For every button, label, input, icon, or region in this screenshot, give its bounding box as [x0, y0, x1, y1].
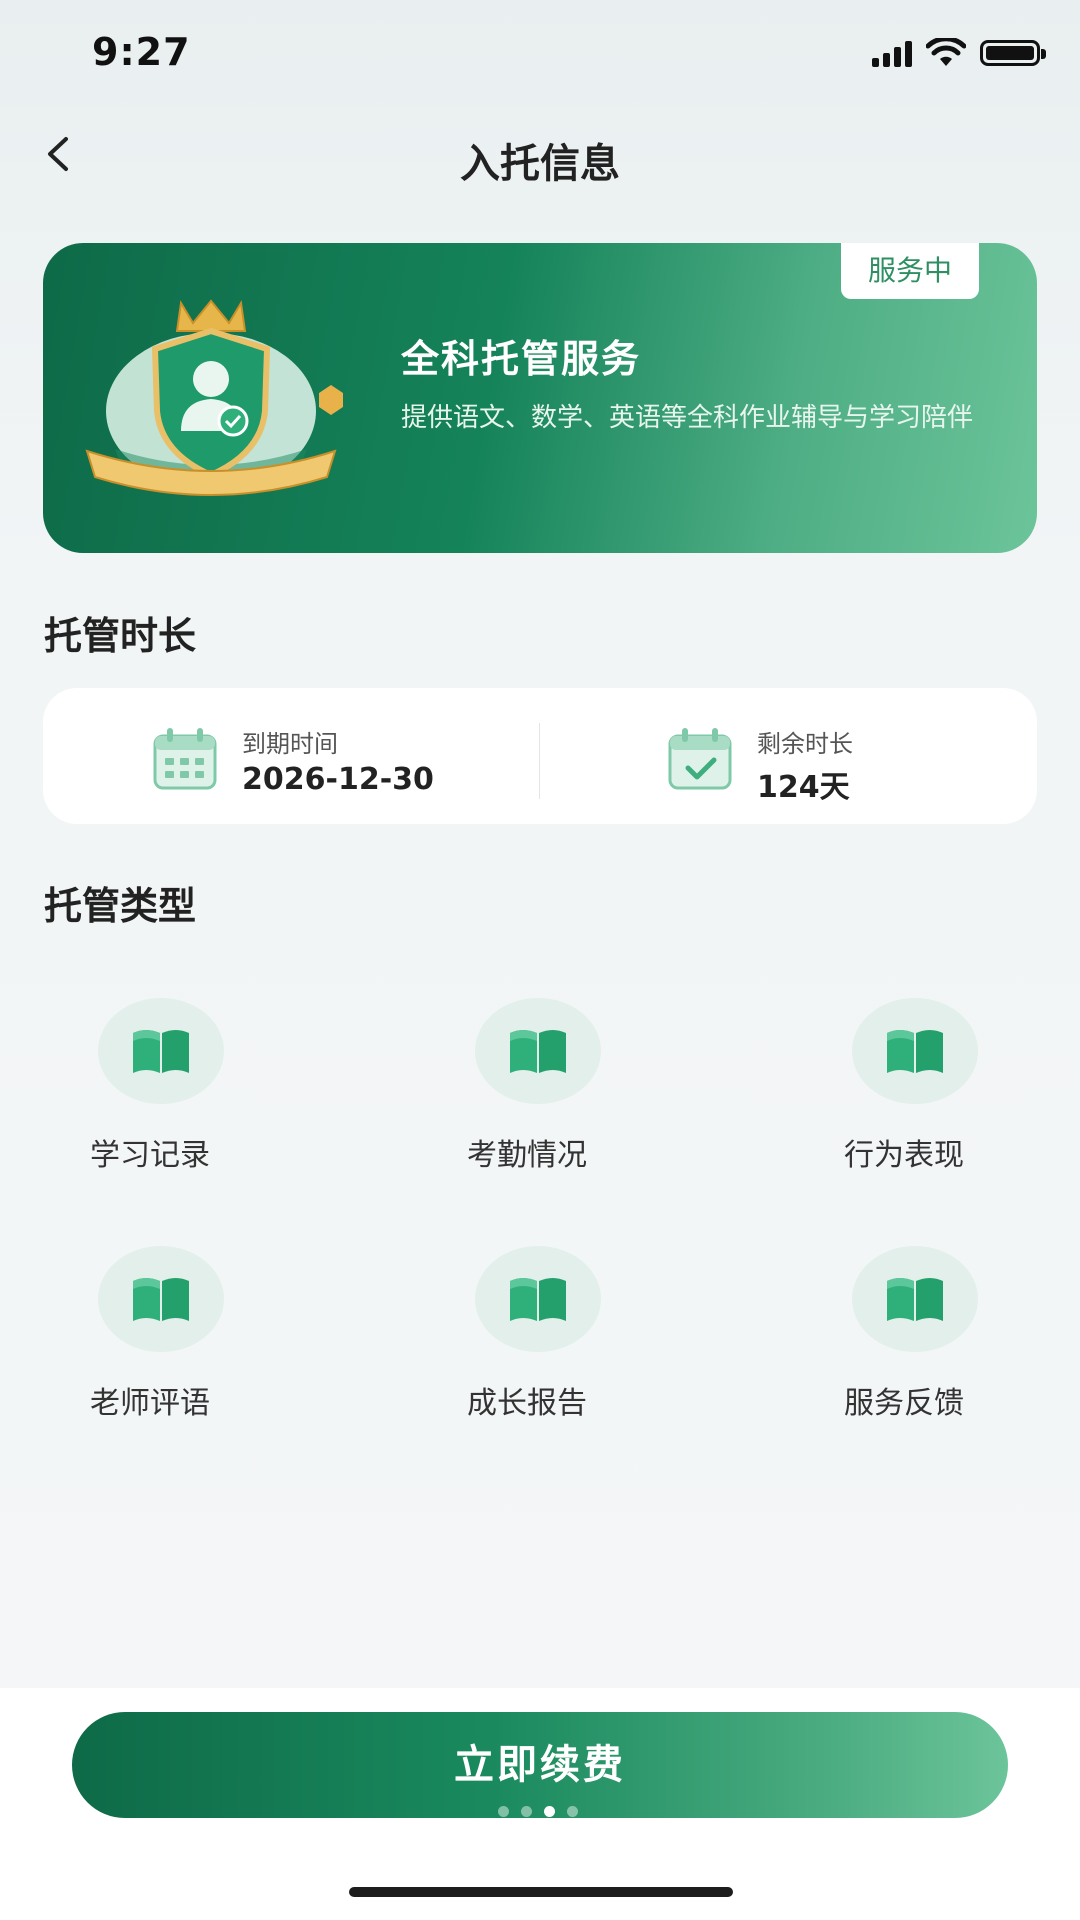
status-time: 9:27 [92, 30, 191, 74]
book-icon [133, 1030, 189, 1073]
expiry-value: 2026-12-30 [242, 762, 434, 797]
book-icon [133, 1278, 189, 1321]
status-icons [872, 38, 1046, 68]
service-title: 全科托管服务 [401, 337, 642, 381]
page-title: 入托信息 [460, 141, 620, 187]
calendar-icon [153, 728, 217, 790]
type-item-study-record[interactable]: 学习记录 [30, 998, 270, 1178]
type-item-growth-report[interactable]: 成长报告 [407, 1246, 647, 1426]
page-indicator [498, 1806, 578, 1817]
wifi-icon [926, 38, 966, 66]
book-icon [887, 1278, 943, 1321]
type-item-service-feedback[interactable]: 服务反馈 [784, 1246, 1024, 1426]
divider [539, 723, 540, 799]
home-indicator [349, 1887, 733, 1897]
type-item-label: 成长报告 [467, 1386, 587, 1421]
type-item-label: 老师评语 [90, 1386, 210, 1421]
nav-bar: 入托信息 [0, 115, 1080, 195]
book-icon [510, 1278, 566, 1321]
type-item-behavior[interactable]: 行为表现 [784, 998, 1024, 1178]
cellular-signal-icon [872, 39, 912, 67]
type-item-label: 考勤情况 [467, 1138, 587, 1173]
type-item-label: 行为表现 [844, 1138, 964, 1173]
calendar-check-icon [668, 728, 732, 790]
status-bar: 9:27 [0, 0, 1080, 110]
duration-section-title: 托管时长 [44, 614, 197, 658]
book-icon [887, 1030, 943, 1073]
book-icon [510, 1030, 566, 1073]
type-item-label: 服务反馈 [844, 1386, 964, 1421]
remaining-label: 剩余时长 [757, 730, 853, 758]
service-status-badge: 服务中 [841, 243, 979, 299]
type-item-teacher-comments[interactable]: 老师评语 [30, 1246, 270, 1426]
remaining-info: 剩余时长 124天 [664, 688, 1064, 824]
type-item-attendance[interactable]: 考勤情况 [407, 998, 647, 1178]
remaining-value: 124天 [757, 770, 850, 805]
type-section-title: 托管类型 [44, 884, 197, 928]
expiry-info: 到期时间 2026-12-30 [149, 688, 549, 824]
battery-icon [980, 40, 1046, 66]
renew-button[interactable]: 立即续费 [72, 1712, 1008, 1818]
service-description: 提供语文、数学、英语等全科作业辅导与学习陪伴 [401, 403, 974, 433]
expiry-label: 到期时间 [242, 730, 338, 758]
service-shield-emblem-icon [85, 299, 343, 496]
service-banner: 服务中 全科托管服务 提供语文、数学、英语等全科作业辅导与学习陪伴 [43, 243, 1037, 553]
duration-card: 到期时间 2026-12-30 剩余时长 124天 [43, 688, 1037, 824]
type-item-label: 学习记录 [90, 1138, 210, 1173]
bottom-bar: 立即续费 [0, 1688, 1080, 1920]
